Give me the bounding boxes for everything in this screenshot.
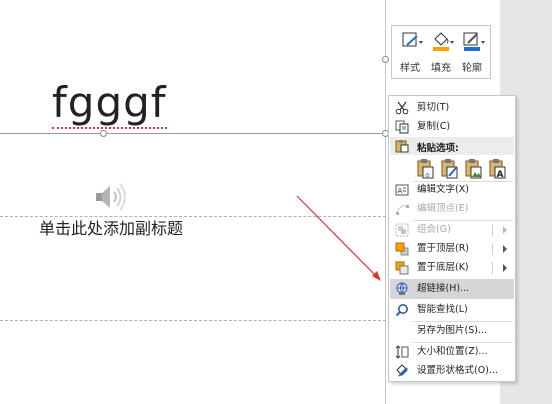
paste-options-label: 粘贴选项: [417,143,459,154]
group-icon [395,223,409,237]
subtitle-box-bottom [0,320,386,321]
outline-pen-icon [463,32,485,51]
menu-item-copy[interactable]: 复制(C) [390,117,514,137]
title-text[interactable]: fgggf [52,78,167,129]
paste-use-destination-theme-icon[interactable]: a [415,157,435,179]
svg-text:a: a [425,171,429,179]
menu-item-smart-lookup[interactable]: 智能查找(L) [390,300,514,320]
menu-item-bring-to-front[interactable]: 置于顶层(R) [390,239,514,259]
submenu-arrow-icon[interactable] [503,264,507,272]
submenu-arrow-icon [503,226,507,234]
menu-item-label: 置于底层(K) [417,262,469,273]
menu-item-label: 剪切(T) [417,102,450,113]
menu-item-label: 超链接(H)... [417,283,470,294]
menu-item-label: 另存为图片(S)... [417,325,488,336]
menu-item-size-and-position[interactable]: 大小和位置(Z)... [390,342,514,362]
edit-points-icon [396,205,409,215]
scissors-icon [395,101,409,115]
outline-label: 轮廓 [462,63,482,74]
hyperlink-globe-icon [396,282,408,295]
clipboard-icon [395,140,409,153]
send-to-back-icon [395,261,409,275]
smart-lookup-icon [395,304,408,317]
slide-title[interactable]: fgggf [52,78,167,129]
menu-item-edit-text[interactable]: A 编辑文字(X) [390,180,514,200]
menu-item-label: 智能查找(L) [417,304,468,315]
paste-keep-text-only-icon[interactable]: A [487,157,507,179]
bring-to-front-icon [395,242,409,256]
outline-button[interactable]: 轮廓 [457,30,487,76]
subtitle-box-top [0,216,386,217]
submenu-divider [492,262,493,274]
svg-text:A: A [398,187,403,195]
menu-item-format-shape[interactable]: 设置形状格式(O)... [390,361,514,381]
menu-item-group: 组合(G) [390,220,514,240]
submenu-arrow-icon[interactable] [503,245,507,253]
menu-item-hyperlink[interactable]: 超链接(H)... [390,279,514,299]
submenu-divider [492,243,493,255]
style-label: 样式 [400,63,420,74]
menu-item-label: 置于顶层(R) [417,243,470,254]
menu-item-save-as-picture[interactable]: 另存为图片(S)... [390,321,514,341]
size-position-icon [395,345,409,359]
menu-item-label: 编辑文字(X) [417,184,469,195]
title-box-border [0,133,386,134]
menu-item-label: 大小和位置(Z)... [417,346,488,357]
menu-item-label: 设置形状格式(O)... [417,365,498,376]
svg-text:A: A [497,170,504,179]
resize-handle-right[interactable] [382,56,389,63]
fill-label: 填充 [431,63,451,74]
style-icon [402,32,423,47]
menu-item-send-to-back[interactable]: 置于底层(K) [390,258,514,278]
paste-options-row: a A [413,157,513,179]
audio-speaker-icon[interactable] [94,181,130,213]
fill-button[interactable]: 填充 [426,30,456,76]
fill-bucket-icon [433,32,454,51]
menu-item-label: 组合(G) [417,224,451,235]
menu-item-cut[interactable]: 剪切(T) [390,98,514,118]
menu-item-edit-points: 编辑顶点(E) [390,199,514,219]
mini-toolbar: 样式 填充 轮廓 [391,25,491,79]
subtitle-placeholder[interactable]: 单击此处添加副标题 [39,218,183,240]
paste-keep-source-formatting-icon[interactable] [439,157,459,179]
paste-picture-icon[interactable] [463,157,483,179]
menu-item-label: 复制(C) [417,121,451,132]
menu-item-label: 编辑顶点(E) [417,203,469,214]
edit-text-icon: A [395,184,409,196]
paste-options-header: 粘贴选项: [390,137,514,155]
submenu-divider [492,224,493,236]
style-button[interactable]: 样式 [395,30,425,76]
context-menu: 剪切(T) 复制(C) 粘贴选项: a A A 编辑文字(X) 编辑顶点(E) … [388,95,516,382]
copy-icon [395,120,409,134]
resize-handle-bottom[interactable] [100,130,107,137]
format-shape-icon [396,364,408,377]
